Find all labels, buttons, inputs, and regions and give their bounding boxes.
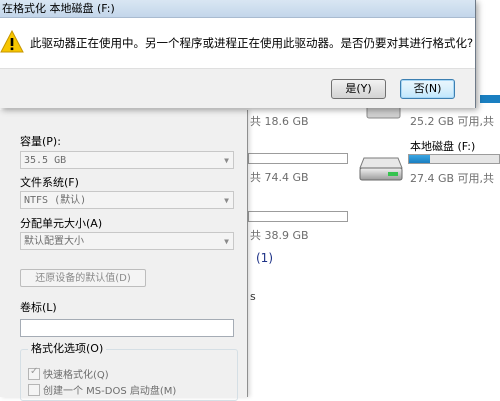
msdos-boot-option: 创建一个 MS-DOS 启动盘(M) <box>28 382 176 397</box>
drive-e-free-text: 25.2 GB 可用,共 <box>410 115 495 128</box>
allocation-select: 默认配置大小 ▼ <box>20 232 234 250</box>
drive-usage-bar <box>248 153 348 164</box>
section-count[interactable]: (1) <box>256 251 273 265</box>
drive-f-name: 本地磁盘 (F:) <box>410 140 476 153</box>
yes-button[interactable]: 是(Y) <box>331 79 386 99</box>
drive-e-bar-fill <box>480 95 500 103</box>
quick-format-option: ✓ 快速格式化(Q) <box>28 366 109 381</box>
no-button[interactable]: 否(N) <box>400 79 455 99</box>
chevron-down-icon: ▼ <box>224 196 229 205</box>
chevron-down-icon: ▼ <box>224 237 229 246</box>
allocation-value: 默认配置大小 <box>24 236 84 247</box>
filesystem-select: NTFS (默认) ▼ <box>20 191 234 209</box>
restore-defaults-button: 还原设备的默认值(D) <box>20 269 146 287</box>
message-box-titlebar[interactable]: 在格式化 本地磁盘 (F:) <box>0 0 475 18</box>
allocation-label: 分配单元大小(A) <box>20 217 103 230</box>
capacity-label: 容量(P): <box>20 135 61 148</box>
filesystem-label: 文件系统(F) <box>20 176 79 189</box>
drive-f-usage-fill <box>409 155 430 163</box>
volume-label-label: 卷标(L) <box>20 301 57 314</box>
volume-label-input <box>20 319 234 337</box>
drive-usage-bar <box>248 211 348 222</box>
warning-icon <box>0 30 24 53</box>
warning-message-box: 在格式化 本地磁盘 (F:) 此驱动器正在使用中。另一个程序或进程正在使用此驱动… <box>0 0 476 108</box>
hard-drive-icon <box>359 157 403 181</box>
capacity-value: 35.5 GB <box>24 155 67 166</box>
drive-size-text: 共 74.4 GB <box>250 171 309 184</box>
format-options-title: 格式化选项(O) <box>28 340 107 356</box>
msdos-boot-checkbox <box>28 384 40 396</box>
message-box-title: 在格式化 本地磁盘 (F:) <box>2 2 115 15</box>
format-dialog-body: 容量(P): 35.5 GB ▼ 文件系统(F) NTFS (默认) ▼ 分配单… <box>8 116 246 401</box>
drive-f-free-text: 27.4 GB 可用,共 <box>410 172 495 185</box>
check-icon: ✓ <box>30 366 39 377</box>
filesystem-value: NTFS (默认) <box>24 195 87 206</box>
quick-format-checkbox: ✓ <box>28 366 40 380</box>
msdos-boot-label: 创建一个 MS-DOS 启动盘(M) <box>43 386 177 397</box>
message-box-footer: 是(Y) 否(N) <box>0 68 475 108</box>
chevron-down-icon: ▼ <box>224 156 229 165</box>
message-box-body: 此驱动器正在使用中。另一个程序或进程正在使用此驱动器。是否仍要对其进行格式化? <box>0 18 475 68</box>
drive-fragment-text: s <box>250 290 256 303</box>
drive-size-text: 共 18.6 GB <box>250 115 309 128</box>
capacity-select: 35.5 GB ▼ <box>20 151 234 169</box>
drive-f-usage-bar <box>408 154 500 164</box>
quick-format-label: 快速格式化(Q) <box>43 370 109 381</box>
drive-size-text: 共 38.9 GB <box>250 229 309 242</box>
format-dialog: 容量(P): 35.5 GB ▼ 文件系统(F) NTFS (默认) ▼ 分配单… <box>0 110 248 401</box>
message-text: 此驱动器正在使用中。另一个程序或进程正在使用此驱动器。是否仍要对其进行格式化? <box>30 36 474 50</box>
